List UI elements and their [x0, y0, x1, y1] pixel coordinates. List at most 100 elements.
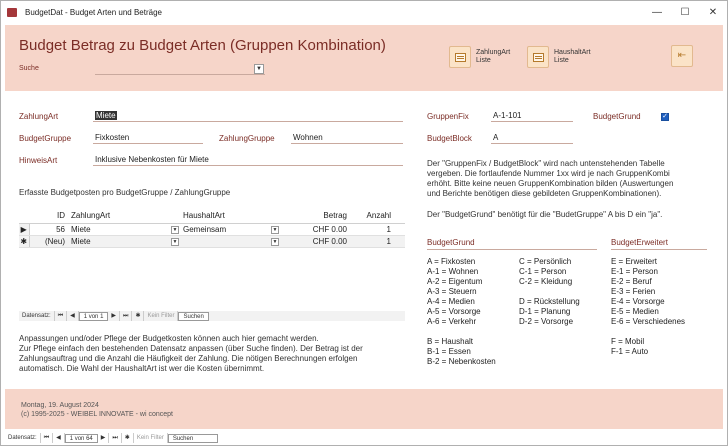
first-record-icon[interactable]: ⏮	[55, 311, 68, 321]
gruppenfix-field[interactable]: A-1-101	[491, 110, 573, 122]
cell-zahlungart[interactable]: Miete ▼	[69, 223, 181, 236]
next-record-icon[interactable]: ▶	[98, 433, 110, 443]
subform: ID ZahlungArt HaushaltArt Betrag Anzahl …	[19, 209, 405, 248]
budgetgrund-title: BudgetGrund	[427, 238, 597, 250]
subform-navigation: Datensatz: ⏮ ◀ 1 von 1 ▶ ⏭ ✱ Kein Filter…	[19, 311, 405, 321]
prev-record-icon[interactable]: ◀	[53, 433, 65, 443]
footer-copyright: (c) 1995-2025 - WEIBEL INNOVATE - wi con…	[21, 411, 173, 418]
note-line: automatisch. Die Wahl der HaushaltArt is…	[19, 364, 265, 373]
next-record-icon[interactable]: ▶	[108, 311, 121, 321]
note-line: Anpassungen und/oder Pflege der Budgetko…	[19, 334, 319, 343]
new-record-nav-icon[interactable]: ✱	[132, 311, 145, 321]
col-zahlungart: ZahlungArt	[69, 209, 181, 224]
nav-label: Datensatz:	[5, 433, 41, 443]
nav-search-input[interactable]: Suchen	[178, 311, 209, 321]
window-title: BudgetDat - Budget Arten und Beträge	[25, 8, 162, 17]
budgeterweitert-col2: F = Mobil F-1 = Auto	[611, 337, 649, 356]
form-footer: Montag, 19. August 2024 (c) 1995-2025 - …	[5, 389, 723, 429]
cell-id: (Neu)	[29, 235, 69, 248]
last-record-icon[interactable]: ⏭	[120, 311, 133, 321]
zahlungsgruppe-field[interactable]: Wohnen	[291, 132, 403, 144]
note-line: und Berichte benötigen diese gebildeten …	[427, 189, 662, 198]
cell-anzahl[interactable]: 1	[351, 223, 405, 236]
chevron-down-icon[interactable]: ▼	[271, 225, 279, 234]
table-header: ID ZahlungArt HaushaltArt Betrag Anzahl	[19, 209, 405, 224]
last-record-icon[interactable]: ⏭	[109, 433, 122, 443]
note-line: vergeben. Die fortlaufende Nummer 1xx wi…	[427, 169, 670, 178]
col-betrag: Betrag	[281, 209, 351, 224]
notes-right-2: Der "BudgetGrund" benötigt für die "Bude…	[427, 210, 663, 219]
table-row[interactable]: ▶ 56 Miete ▼ Gemeinsam ▼ CHF 0.00 1	[19, 223, 405, 236]
table-row[interactable]: ✱ (Neu) Miete ▼ ▼ CHF 0.00 1	[19, 235, 405, 248]
hinweisart-field[interactable]: Inklusive Nebenkosten für Miete	[93, 154, 403, 166]
cell-zahlungart[interactable]: Miete ▼	[69, 235, 181, 248]
budgetgruppe-label: BudgetGruppe	[19, 134, 72, 143]
chevron-down-icon[interactable]: ▼	[254, 64, 264, 74]
maximize-button[interactable]: ☐	[671, 1, 699, 25]
col-id: ID	[29, 209, 69, 224]
main-navigation: Datensatz: ⏮ ◀ 1 von 64 ▶ ⏭ ✱ Kein Filte…	[5, 433, 723, 443]
budgetgrund-col3: B = Haushalt B-1 = Essen B-2 = Nebenkosten	[427, 337, 496, 366]
search-label: Suche	[19, 65, 39, 72]
app-icon	[7, 8, 17, 17]
exit-icon[interactable]: ⇤	[671, 45, 693, 67]
zahlungart-field[interactable]: Miete	[93, 110, 403, 122]
cell-anzahl[interactable]: 1	[351, 235, 405, 248]
prev-record-icon[interactable]: ◀	[67, 311, 79, 321]
close-button[interactable]: ✕	[699, 1, 727, 25]
chevron-down-icon[interactable]: ▼	[271, 237, 279, 246]
budgetgrund-col1: A = Fixkosten A-1 = Wohnen A-2 = Eigentum A…	[427, 257, 483, 326]
gruppenfix-label: GruppenFix	[427, 112, 469, 121]
zahlungsgruppe-label: ZahlungGruppe	[219, 134, 275, 143]
budgetgrund-col2: C = Persönlich C-1 = Person C-2 = Kleidung…	[519, 257, 580, 326]
nav-label: Datensatz:	[19, 311, 55, 321]
hinweisart-label: HinweisArt	[19, 156, 58, 165]
filter-status[interactable]: Kein Filter	[134, 433, 168, 443]
notes-left: Anpassungen und/oder Pflege der Budgetko…	[19, 334, 409, 374]
budgeterweitert-title: BudgetErweitert	[611, 238, 707, 250]
notes-right: Der "GruppenFix / BudgetBlock" wird nach…	[427, 159, 717, 199]
filter-status[interactable]: Kein Filter	[144, 311, 179, 321]
minimize-button[interactable]: —	[643, 1, 671, 25]
note-line: Zahlungsauftrag und die Anzahl die Häufi…	[19, 354, 358, 363]
nav-search-input[interactable]: Suchen	[167, 433, 218, 443]
budgetblock-field[interactable]: A	[491, 132, 573, 144]
chevron-down-icon[interactable]: ▼	[171, 225, 179, 234]
budgetgruppe-field[interactable]: Fixkosten	[93, 132, 203, 144]
zahlungart-label: ZahlungArt	[19, 112, 59, 121]
haushaltart-list-button[interactable]: HaushaltArt Liste	[527, 45, 600, 69]
first-record-icon[interactable]: ⏮	[41, 433, 54, 443]
record-selector-icon[interactable]: ▶	[19, 223, 30, 236]
budgetblock-label: BudgetBlock	[427, 134, 472, 143]
title-bar: BudgetDat - Budget Arten und Beträge — ☐…	[1, 1, 727, 25]
note-line: Zur Pflege einfach den bestehenden Daten…	[19, 344, 363, 353]
zahlungart-list-label: ZahlungArt Liste	[476, 49, 511, 64]
subform-caption: Erfasste Budgetposten pro BudgetGruppe /…	[19, 188, 231, 197]
app-window: BudgetDat - Budget Arten und Beträge — ☐…	[0, 0, 728, 446]
new-record-nav-icon[interactable]: ✱	[122, 433, 134, 443]
zahlungart-list-button[interactable]: ZahlungArt Liste	[449, 45, 522, 69]
budget-table: ID ZahlungArt HaushaltArt Betrag Anzahl …	[19, 209, 405, 248]
col-anzahl: Anzahl	[351, 209, 405, 224]
record-position[interactable]: 1 von 1	[78, 311, 109, 321]
cell-haushaltart[interactable]: Gemeinsam ▼	[181, 223, 281, 236]
haushaltart-list-label: HaushaltArt Liste	[554, 49, 591, 64]
form-header: Budget Betrag zu Budget Arten (Gruppen K…	[5, 25, 723, 91]
col-haushaltart: HaushaltArt	[181, 209, 281, 224]
record-position[interactable]: 1 von 64	[64, 433, 98, 443]
cell-haushaltart[interactable]: ▼	[181, 235, 281, 248]
cell-betrag[interactable]: CHF 0.00	[281, 223, 351, 236]
note-line: erhöht. Bitte keine neuen GruppenKombina…	[427, 179, 674, 188]
note-line: Der "GruppenFix / BudgetBlock" wird nach…	[427, 159, 665, 168]
chevron-down-icon[interactable]: ▼	[171, 237, 179, 246]
footer-date: Montag, 19. August 2024	[21, 402, 99, 409]
list-icon	[449, 46, 471, 68]
new-record-icon[interactable]: ✱	[19, 235, 30, 248]
budgetgrund-checkbox[interactable]: ✓	[661, 113, 669, 121]
search-combo[interactable]: ▼	[95, 63, 265, 75]
list-icon	[527, 46, 549, 68]
cell-betrag[interactable]: CHF 0.00	[281, 235, 351, 248]
zahlungart-value: Miete	[95, 111, 117, 120]
page-title: Budget Betrag zu Budget Arten (Gruppen K…	[19, 37, 386, 54]
budgetgrund-label: BudgetGrund	[593, 112, 641, 121]
